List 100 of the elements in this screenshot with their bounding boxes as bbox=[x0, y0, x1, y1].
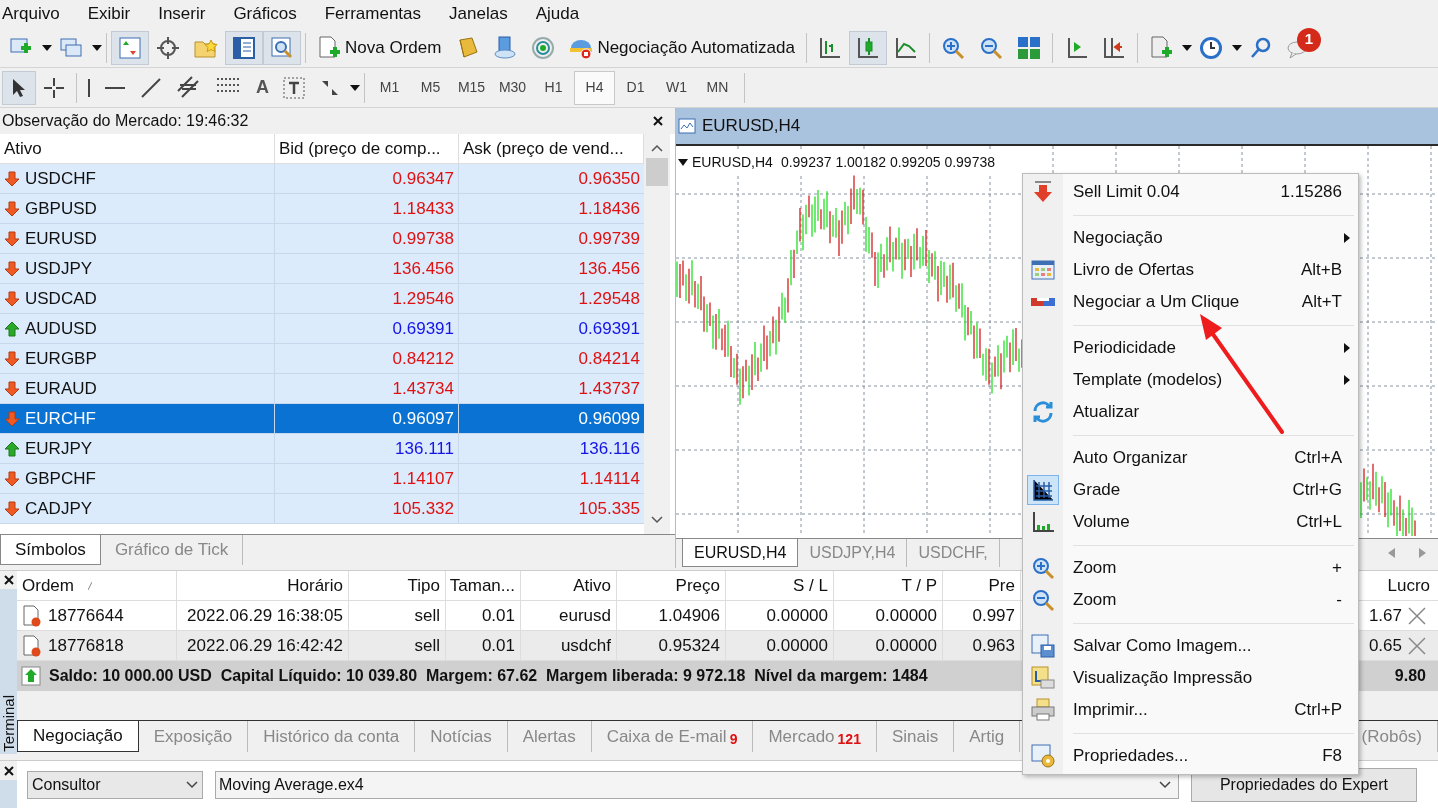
symbol-row[interactable]: AUDUSD 0.69391 0.69391 bbox=[0, 314, 644, 344]
symbol-row[interactable]: GBPUSD 1.18433 1.18436 bbox=[0, 194, 644, 224]
panel-tab[interactable]: Símbolos bbox=[0, 535, 101, 565]
timeframe-button[interactable]: M1 bbox=[369, 70, 410, 105]
column-header[interactable]: T / P bbox=[834, 571, 943, 600]
menu-item[interactable]: Auto Organizar Ctrl+A bbox=[1023, 442, 1358, 474]
symbol-row[interactable]: EURAUD 1.43734 1.43737 bbox=[0, 374, 644, 404]
table-cell-text: 0.01 bbox=[481, 604, 515, 627]
expert-field[interactable]: Moving Average.ex4 bbox=[215, 770, 1179, 799]
menu-item[interactable]: Template (modelos) bbox=[1023, 364, 1358, 396]
timeframe-button[interactable]: W1 bbox=[656, 70, 697, 105]
timeframe-button[interactable]: H1 bbox=[533, 70, 574, 105]
scrollbar[interactable] bbox=[644, 134, 670, 534]
column-header[interactable]: Ativo bbox=[0, 134, 275, 163]
caret-icon bbox=[92, 44, 102, 51]
column-header[interactable]: Lucro bbox=[1366, 571, 1438, 600]
symbol-row[interactable]: EURGBP 0.84212 0.84214 bbox=[0, 344, 644, 374]
shortcut-text: Alt+T bbox=[1301, 291, 1342, 314]
column-header[interactable]: Preço bbox=[617, 571, 726, 600]
symbol-row[interactable]: USDCHF 0.96347 0.96350 bbox=[0, 164, 644, 194]
tile-windows-icon bbox=[1016, 35, 1041, 60]
symbol-cell-text: CADJPY bbox=[25, 497, 93, 520]
terminal-tab[interactable]: Negociação bbox=[17, 721, 139, 752]
menu-bar-item[interactable]: Arquivo bbox=[2, 1, 60, 27]
magnifier-window-icon bbox=[270, 35, 294, 60]
timeframe-button[interactable]: MN bbox=[697, 70, 738, 105]
account-summary: Saldo: 10 000.00 USD Capital Líquido: 10 039.80 Margem: 67.62 Margem liberada: 9 972.18 Nível da margem: 1484 bbox=[49, 666, 928, 686]
toolbar-text-button[interactable]: Negociação Automatizada bbox=[562, 30, 802, 65]
menu-item[interactable]: Grade Ctrl+G bbox=[1023, 474, 1358, 506]
document-plus-icon bbox=[317, 35, 341, 60]
toolbar-button[interactable] bbox=[2, 70, 36, 105]
menu-item[interactable]: Atualizar bbox=[1023, 396, 1358, 428]
table-cell-text: 0.963 bbox=[972, 634, 1015, 657]
symbol-row[interactable]: EURJPY 136.111 136.116 bbox=[0, 434, 644, 464]
menu-item[interactable]: Negociar a Um Clique Alt+T bbox=[1023, 286, 1358, 318]
symbol-row[interactable]: USDCAD 1.29546 1.29548 bbox=[0, 284, 644, 314]
symbol-row[interactable]: CADJPY 105.332 105.335 bbox=[0, 494, 644, 524]
refresh-icon bbox=[1031, 400, 1055, 424]
menu-item[interactable]: Periodicidade bbox=[1023, 332, 1358, 364]
timeframe-button[interactable]: M15 bbox=[451, 70, 492, 105]
symbol-cell-text: USDCHF bbox=[25, 167, 96, 190]
triangle-down-icon[interactable] bbox=[678, 159, 688, 166]
submenu-arrow-icon bbox=[1344, 233, 1350, 243]
menu-item[interactable]: Livro de Ofertas Alt+B bbox=[1023, 254, 1358, 286]
timeframe-button[interactable]: M5 bbox=[410, 70, 451, 105]
type-select[interactable]: Consultor bbox=[27, 770, 203, 799]
table-cell-text: 18776818 bbox=[48, 634, 124, 657]
column-header[interactable]: Bid (preço de comp... bbox=[275, 134, 459, 163]
symbol-row[interactable]: GBPCHF 1.14107 1.14114 bbox=[0, 464, 644, 494]
close-icon[interactable] bbox=[3, 766, 14, 776]
menu-item[interactable]: Negociação bbox=[1023, 222, 1358, 254]
text-tool-button[interactable]: A bbox=[249, 70, 276, 105]
menu-item[interactable]: Visualização Impressão bbox=[1023, 662, 1358, 694]
bid-cell: 136.111 bbox=[275, 434, 459, 463]
table-cell-text: 0.00000 bbox=[766, 634, 828, 657]
shortcut-text: Alt+B bbox=[1300, 259, 1342, 282]
column-header[interactable]: Taman... bbox=[446, 571, 521, 600]
menu-bar-item[interactable]: Janelas bbox=[449, 1, 508, 27]
order-book-icon bbox=[1031, 260, 1055, 280]
toolbar-button[interactable]: 1 bbox=[1279, 30, 1318, 65]
menu-bar-item[interactable]: Inserir bbox=[158, 1, 206, 27]
column-header[interactable]: Horário bbox=[177, 571, 349, 600]
timeframe-button[interactable]: M30 bbox=[492, 70, 533, 105]
scroll-up-icon[interactable] bbox=[651, 144, 663, 152]
toolbar-button[interactable] bbox=[848, 30, 887, 65]
menu-bar-item[interactable]: Ferramentas bbox=[324, 1, 422, 27]
ask-cell-text: 0.69391 bbox=[577, 317, 641, 340]
column-header[interactable]: Ordem bbox=[17, 571, 177, 600]
bid-cell: 0.99738 bbox=[275, 224, 459, 253]
line-chart-icon bbox=[893, 35, 918, 60]
toolbar-button[interactable] bbox=[225, 30, 263, 65]
menu-item[interactable]: Volume Ctrl+L bbox=[1023, 506, 1358, 538]
menu-bar-item[interactable]: Ajuda bbox=[535, 1, 580, 27]
menu-bar-item[interactable]: Exibir bbox=[87, 1, 131, 27]
menu-item[interactable]: Salvar Como Imagem... bbox=[1023, 630, 1358, 662]
column-header[interactable]: Tipo bbox=[349, 571, 446, 600]
menu-item[interactable]: Zoom + bbox=[1023, 552, 1358, 584]
table-cell-text: 2022.06.29 16:42:42 bbox=[187, 634, 343, 657]
menu-item[interactable]: Sell Limit 0.04 1.15286 bbox=[1023, 176, 1358, 208]
symbol-row[interactable]: EURCHF 0.96097 0.96099 bbox=[0, 404, 644, 434]
chart-tab[interactable]: EURUSD,H4 bbox=[682, 539, 799, 567]
close-icon[interactable] bbox=[3, 575, 14, 585]
zoom-out-icon bbox=[978, 35, 1003, 60]
toolbar-button[interactable] bbox=[263, 30, 301, 65]
toolbar-text-button[interactable]: Nova Ordem bbox=[310, 30, 449, 65]
order-document-icon bbox=[22, 604, 42, 627]
column-header[interactable]: Ativo bbox=[521, 571, 617, 600]
symbol-row[interactable]: EURUSD 0.99738 0.99739 bbox=[0, 224, 644, 254]
close-icon[interactable] bbox=[653, 116, 663, 126]
symbol-row[interactable]: USDJPY 136.456 136.456 bbox=[0, 254, 644, 284]
shortcut-text: Ctrl+L bbox=[1296, 511, 1342, 534]
column-header[interactable]: S / L bbox=[726, 571, 834, 600]
column-header[interactable]: Pre bbox=[943, 571, 1021, 600]
shortcut-text: F8 bbox=[1322, 745, 1342, 768]
timeframe-button[interactable]: D1 bbox=[615, 70, 656, 105]
menu-bar-item[interactable]: Gráficos bbox=[233, 1, 297, 27]
scroll-thumb[interactable] bbox=[646, 158, 668, 186]
timeframe-button[interactable]: H4 bbox=[574, 70, 615, 105]
bid-cell: 1.18433 bbox=[275, 194, 459, 223]
scroll-down-icon[interactable] bbox=[651, 516, 663, 524]
